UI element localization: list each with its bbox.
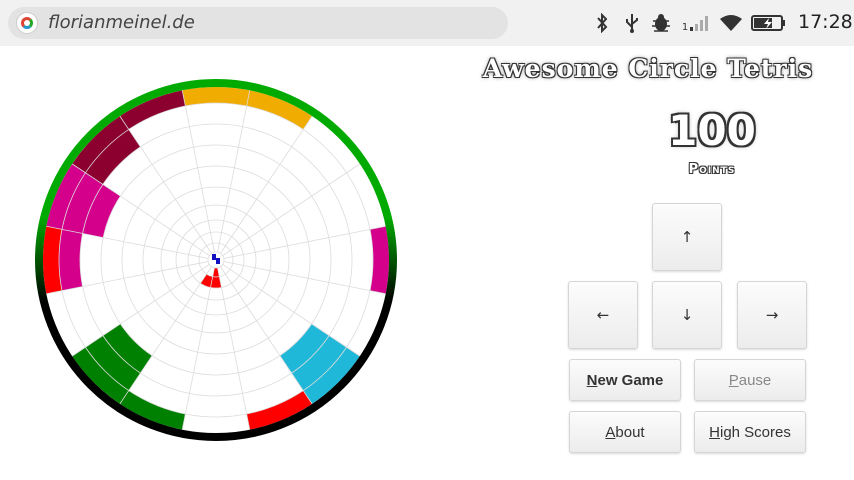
arrow-left-icon: ← (596, 306, 610, 324)
game-title: Awesome Circle Tetris (482, 54, 814, 83)
grid-spoke (119, 115, 212, 254)
board-blocks (43, 87, 389, 430)
grid-spoke (220, 266, 313, 405)
up-button[interactable]: ↑ (652, 203, 722, 271)
grid-spoke (119, 266, 212, 405)
right-button[interactable]: → (737, 281, 807, 349)
score-value: 100 (668, 106, 756, 155)
arrow-up-icon: ↑ (680, 228, 694, 246)
grid-spoke (181, 267, 215, 430)
grid-spoke (222, 264, 361, 357)
high-scores-button[interactable]: High Scores (694, 411, 806, 453)
grid-spoke (217, 90, 251, 253)
grid-spoke (181, 90, 215, 253)
pause-button[interactable]: Pause (694, 359, 806, 401)
down-button[interactable]: ↓ (652, 281, 722, 349)
grid-spoke (217, 267, 251, 430)
about-button[interactable]: About (569, 411, 681, 453)
left-button[interactable]: ← (568, 281, 638, 349)
new-game-button[interactable]: New Game (569, 359, 681, 401)
falling-piece-block (212, 254, 216, 260)
arrow-right-icon: → (765, 306, 779, 324)
grid-spoke (223, 225, 386, 259)
grid-spoke (71, 264, 210, 357)
arrow-down-icon: ↓ (680, 306, 694, 324)
grid-spoke (220, 115, 313, 254)
score-label: Points (688, 162, 736, 177)
grid-spoke (223, 261, 386, 295)
grid-spoke (222, 163, 361, 256)
board-block (59, 229, 83, 291)
falling-piece-block (216, 258, 220, 264)
